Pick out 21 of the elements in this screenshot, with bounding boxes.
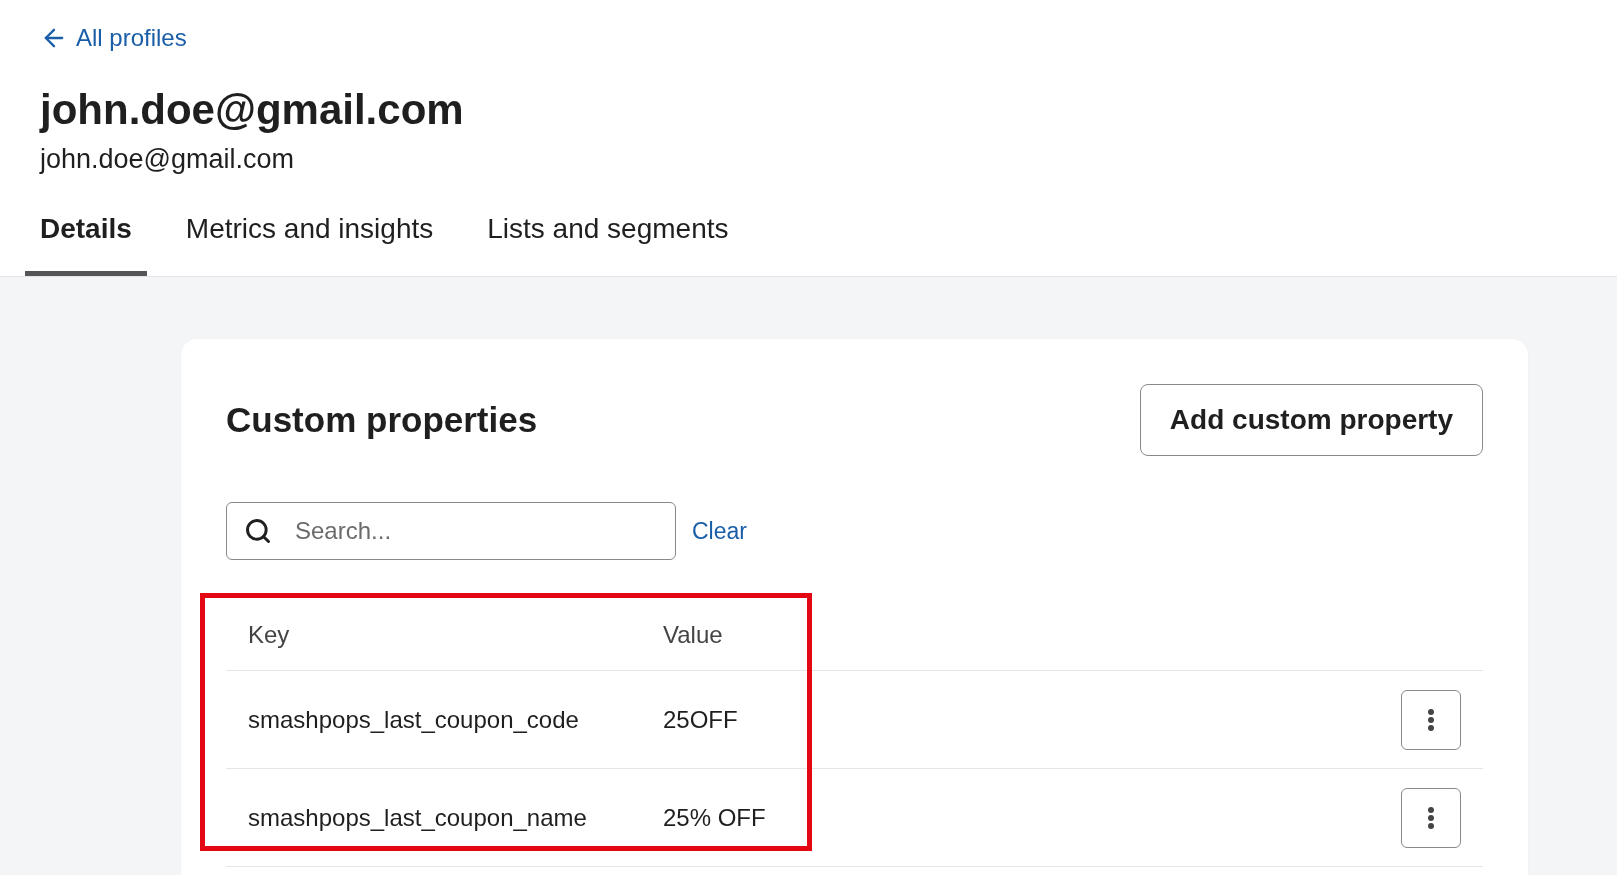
- value-cell-text: 25% OFF: [663, 803, 767, 832]
- value-cell-text: 25OFF: [663, 705, 739, 734]
- column-header: Value: [663, 621, 724, 649]
- more-options-button[interactable]: [1401, 787, 1461, 848]
- card-title: Custom properties: [226, 400, 538, 440]
- more-icon: [1428, 806, 1434, 829]
- tab[interactable]: Lists and segments: [472, 199, 744, 276]
- tab[interactable]: Details: [25, 199, 147, 276]
- profile-title: john.doe@gmail.com: [40, 86, 465, 134]
- clear-link[interactable]: Clear: [692, 517, 747, 545]
- add-property-button[interactable]: Add custom property: [1139, 384, 1483, 456]
- key-cell-text: smashpops_last_coupon_code: [248, 705, 580, 734]
- search-field[interactable]: Search...: [226, 502, 676, 560]
- all-profiles-link[interactable]: All profiles: [40, 24, 187, 52]
- more-icon: [1428, 708, 1434, 731]
- profile-email: john.doe@gmail.com: [40, 144, 296, 175]
- tab[interactable]: Metrics and insights: [170, 199, 449, 276]
- column-header: Key: [248, 621, 291, 649]
- search-icon: [244, 517, 272, 545]
- more-options-button[interactable]: [1401, 689, 1461, 750]
- key-cell-text: smashpops_last_coupon_name: [248, 803, 588, 832]
